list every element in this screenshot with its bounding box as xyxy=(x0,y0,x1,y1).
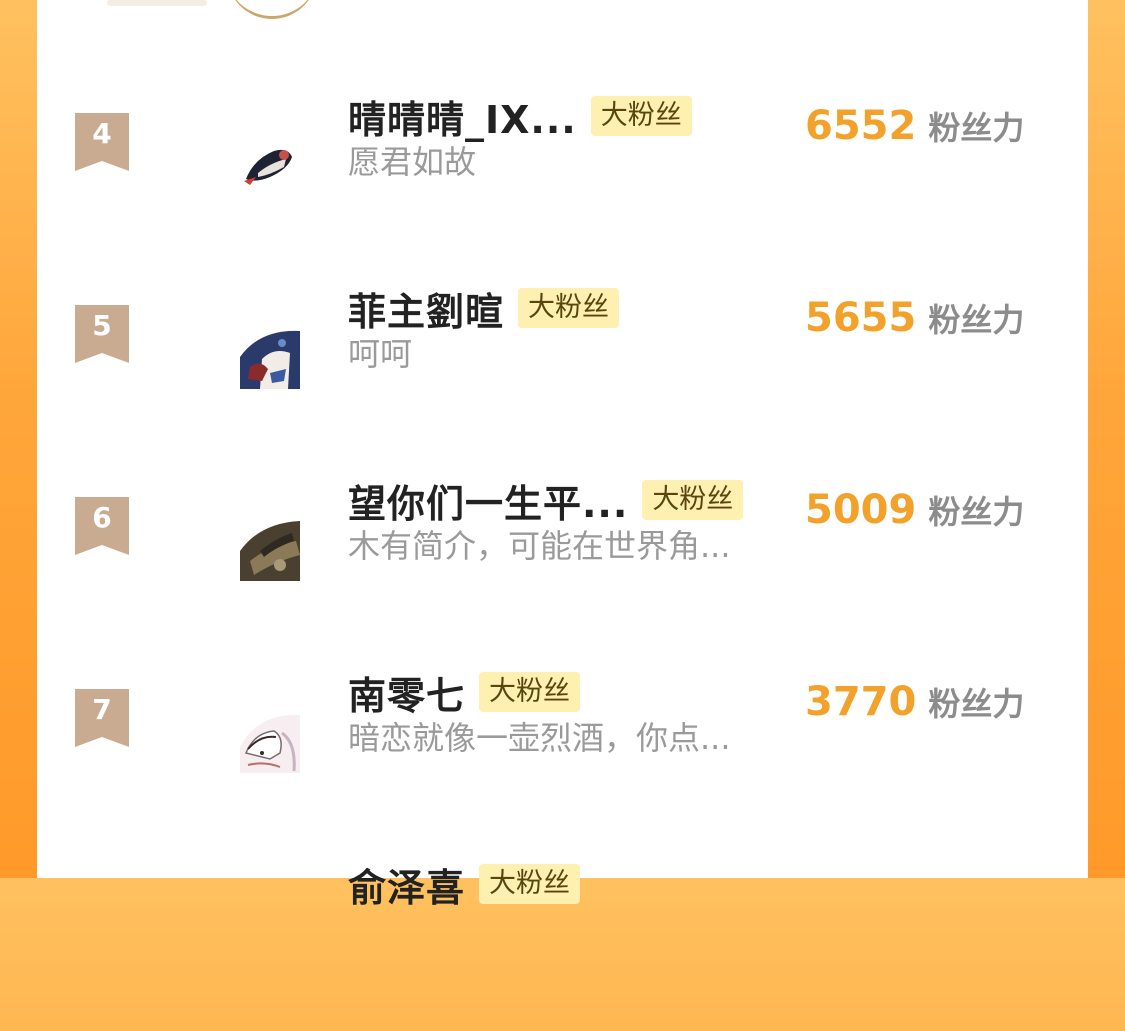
fan-level-tag: 大粉丝 xyxy=(642,480,744,520)
ranking-row[interactable]: 6 望你们一生平... 大粉丝 木有简介，可能在世界角... 5009 粉丝力 xyxy=(37,480,1088,647)
fan-level-tag: 大粉丝 xyxy=(479,864,581,904)
fan-power-score: 5655 xyxy=(805,295,917,341)
user-name[interactable]: 南零七 xyxy=(348,665,465,720)
fan-power-label: 粉丝力 xyxy=(928,493,1025,531)
fan-power-label: 粉丝力 xyxy=(928,685,1025,723)
user-name[interactable]: 菲主劉暄 xyxy=(348,281,504,336)
fan-power-score: 3770 xyxy=(805,679,917,725)
fan-power-label: 粉丝力 xyxy=(928,301,1025,339)
medal-decoration-icon xyxy=(227,0,317,19)
rank-number: 7 xyxy=(92,693,112,726)
rank-number: 4 xyxy=(92,117,112,150)
user-avatar[interactable] xyxy=(240,713,300,773)
rank-ribbon-icon: 7 xyxy=(75,689,129,747)
ranking-row[interactable]: 4 晴晴晴_IX... 大粉丝 愿君如故 6552 粉丝力 xyxy=(37,96,1088,263)
fan-power-score: 6552 xyxy=(805,103,917,149)
user-bio: 愿君如故 xyxy=(348,143,477,181)
ranking-panel: 4 晴晴晴_IX... 大粉丝 愿君如故 6552 粉丝力 5 菲主劉暄 大粉丝… xyxy=(37,0,1088,910)
user-name[interactable]: 望你们一生平... xyxy=(348,473,628,528)
user-bio: 呵呵 xyxy=(348,335,413,373)
rank-number: 6 xyxy=(92,501,112,534)
ranking-row[interactable]: 5 菲主劉暄 大粉丝 呵呵 5655 粉丝力 xyxy=(37,288,1088,455)
user-bio: 暗恋就像一壶烈酒，你点... xyxy=(348,719,731,757)
fan-power-score: 5009 xyxy=(805,487,917,533)
user-name[interactable]: 俞泽喜 xyxy=(348,857,465,912)
ranking-row[interactable]: 7 南零七 大粉丝 暗恋就像一壶烈酒，你点... 3770 粉丝力 xyxy=(37,672,1088,839)
fan-level-tag: 大粉丝 xyxy=(518,288,620,328)
user-name[interactable]: 晴晴晴_IX... xyxy=(348,89,577,144)
rank-ribbon-icon: 5 xyxy=(75,305,129,363)
user-avatar[interactable] xyxy=(240,521,300,581)
fan-level-tag: 大粉丝 xyxy=(479,672,581,712)
rank-ribbon-icon: 6 xyxy=(75,497,129,555)
user-bio: 木有简介，可能在世界角... xyxy=(348,527,731,565)
rank-number: 5 xyxy=(92,309,112,342)
user-avatar[interactable] xyxy=(240,137,300,197)
previous-row-fragment xyxy=(107,0,207,6)
user-avatar[interactable] xyxy=(240,329,300,389)
fan-level-tag: 大粉丝 xyxy=(590,96,692,136)
fan-power-label: 粉丝力 xyxy=(928,109,1025,147)
rank-ribbon-icon: 4 xyxy=(75,113,129,171)
ranking-row[interactable]: 俞泽喜 大粉丝 xyxy=(37,864,1088,1031)
